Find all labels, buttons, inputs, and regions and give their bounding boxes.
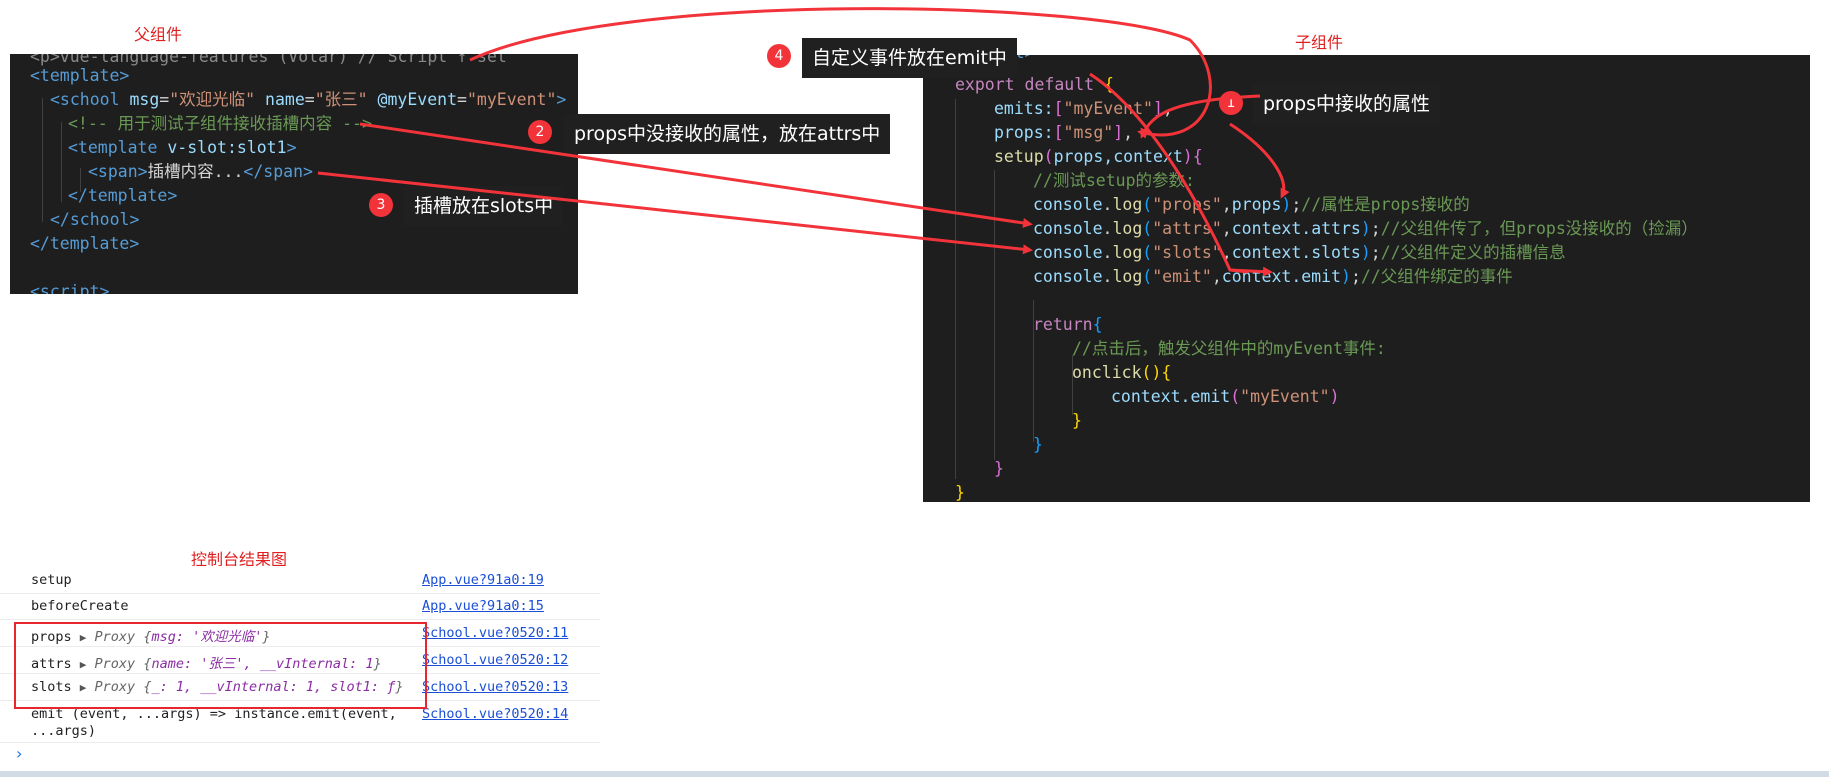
console-row: setup App.vue?91a0:19 xyxy=(0,566,600,594)
code-line: emits:["myEvent"], xyxy=(994,99,1173,118)
parent-label: 父组件 xyxy=(134,25,183,44)
code-line: </school> xyxy=(50,210,140,229)
source-link[interactable]: School.vue?0520:14 xyxy=(422,706,568,722)
code-line: console.log("attrs",context.attrs);//父组件… xyxy=(1033,219,1698,238)
code-line: console.log("props",props);//属性是props接收的 xyxy=(1033,195,1470,214)
callout-emit: 自定义事件放在emit中 xyxy=(802,38,1017,78)
callout-number-1: 1 xyxy=(1219,91,1243,115)
code-comment: <!-- 用于测试子组件接收插槽内容 --> xyxy=(68,114,372,133)
source-link[interactable]: School.vue?0520:11 xyxy=(422,625,568,641)
callout-slots: 插槽放在slots中 xyxy=(404,186,564,226)
code-line: <script> xyxy=(30,282,110,294)
code-line: } xyxy=(994,459,1004,478)
indent-guide xyxy=(955,99,956,479)
parent-code-editor[interactable]: <p>vue-language-features (Volar) // Scri… xyxy=(10,54,578,294)
indent-guide xyxy=(61,122,62,202)
code-line: </template> xyxy=(68,186,178,205)
code-line: console.log("slots",context.slots);//父组件… xyxy=(1033,243,1566,262)
source-link[interactable]: App.vue?91a0:19 xyxy=(422,572,544,588)
bottom-bar xyxy=(0,771,1829,777)
code-line: context.emit("myEvent") xyxy=(1111,387,1340,406)
code-comment: //点击后，触发父组件中的myEvent事件: xyxy=(1072,339,1386,358)
code-line: setup(props,context){ xyxy=(994,147,1203,166)
code-line: onclick(){ xyxy=(1072,363,1172,382)
child-label: 子组件 xyxy=(1295,33,1344,52)
code-line: } xyxy=(1033,435,1043,454)
code-line: } xyxy=(955,483,965,502)
code-line: <template> xyxy=(30,66,130,85)
source-link[interactable]: School.vue?0520:13 xyxy=(422,679,568,695)
callout-number-4: 4 xyxy=(767,44,791,68)
indent-guide xyxy=(42,98,43,222)
code-line: return{ xyxy=(1033,315,1103,334)
code-line: <school msg="欢迎光临" name="张三" @myEvent="m… xyxy=(50,90,567,109)
source-link[interactable]: App.vue?91a0:15 xyxy=(422,598,544,614)
code-line: } xyxy=(1072,411,1082,430)
code-line: props:["msg"], xyxy=(994,123,1134,142)
indent-guide xyxy=(994,170,995,460)
callout-props: props中接收的属性 xyxy=(1253,84,1441,124)
code-line: </template> xyxy=(30,234,140,253)
console-prompt[interactable]: › xyxy=(16,744,22,763)
code-comment: //测试setup的参数: xyxy=(1033,171,1195,190)
callout-attrs: props中没接收的属性，放在attrs中 xyxy=(564,114,891,154)
callout-number-2: 2 xyxy=(528,120,552,144)
highlight-box xyxy=(14,622,427,709)
source-link[interactable]: School.vue?0520:12 xyxy=(422,652,568,668)
callout-number-3: 3 xyxy=(369,193,393,217)
console-row: beforeCreate App.vue?91a0:15 xyxy=(0,593,600,620)
code-line: <span>插槽内容...</span> xyxy=(88,162,313,181)
code-line: <template v-slot:slot1> xyxy=(68,138,297,157)
code-line: console.log("emit",context.emit);//父组件绑定… xyxy=(1033,267,1513,286)
